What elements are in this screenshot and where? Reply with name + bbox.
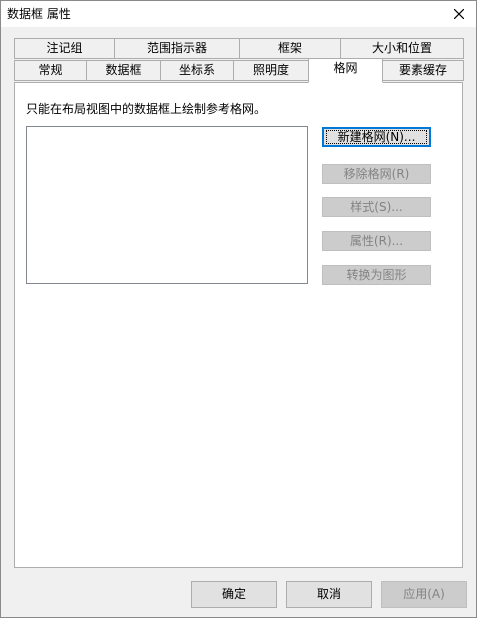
tab-extent-indicators[interactable]: 范围指示器 [114, 38, 240, 59]
tab-grids[interactable]: 格网 [308, 58, 383, 83]
properties-dialog: 数据框 属性 注记组 范围指示器 框架 大小和位置 常规 数据框 坐标系 照明度… [0, 0, 477, 618]
grid-list-box[interactable] [26, 126, 308, 284]
remove-grid-button[interactable]: 移除格网(R) [322, 164, 431, 184]
convert-to-graphics-button[interactable]: 转换为图形 [322, 265, 431, 285]
tab-strip: 注记组 范围指示器 框架 大小和位置 常规 数据框 坐标系 照明度 格网 要素缓… [14, 38, 464, 84]
grids-tab-panel: 只能在布局视图中的数据框上绘制参考格网。 新建格网(N)... 移除格网(R) … [14, 82, 463, 568]
tab-annotation-groups[interactable]: 注记组 [14, 38, 115, 59]
tab-coordinate-system[interactable]: 坐标系 [160, 60, 234, 81]
tab-frame[interactable]: 框架 [239, 38, 341, 59]
tab-general[interactable]: 常规 [14, 60, 87, 81]
window-title: 数据框 属性 [7, 7, 71, 21]
style-button[interactable]: 样式(S)... [322, 197, 431, 217]
close-icon [454, 9, 464, 19]
close-button[interactable] [442, 1, 476, 27]
ok-button[interactable]: 确定 [191, 581, 277, 608]
cancel-button[interactable]: 取消 [286, 581, 372, 608]
title-bar: 数据框 属性 [1, 1, 476, 27]
grid-instruction-text: 只能在布局视图中的数据框上绘制参考格网。 [26, 102, 267, 116]
tab-feature-cache[interactable]: 要素缓存 [382, 60, 464, 81]
tab-size-and-position[interactable]: 大小和位置 [340, 38, 464, 59]
focus-rectangle [326, 130, 427, 144]
new-grid-button[interactable]: 新建格网(N)... [322, 127, 431, 147]
properties-button[interactable]: 属性(R)... [322, 231, 431, 251]
tab-data-frame[interactable]: 数据框 [86, 60, 161, 81]
apply-button[interactable]: 应用(A) [381, 581, 467, 608]
tab-illumination[interactable]: 照明度 [233, 60, 309, 81]
